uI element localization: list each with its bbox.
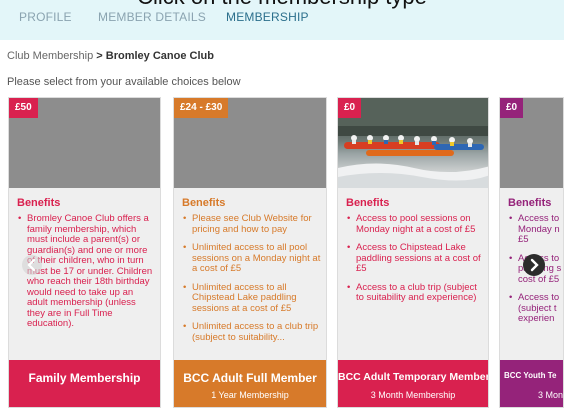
card-footer[interactable]: BCC Adult Temporary Member 3 Month Membe…: [338, 360, 488, 407]
benefit-item: Unlimited access to all pool sessions on…: [182, 242, 321, 275]
membership-card-adult-temporary[interactable]: £0 Benefits Access to pool sessions on M…: [337, 97, 489, 408]
benefit-item: Unlimited access to a club trip (subject…: [182, 321, 321, 343]
breadcrumb-current: Bromley Canoe Club: [105, 50, 214, 62]
price-badge: £24 - £30: [174, 98, 229, 118]
benefits-heading: Benefits: [346, 197, 390, 209]
benefit-item: Access to (subject t experien: [508, 292, 563, 325]
benefits-heading: Benefits: [17, 197, 61, 209]
card-subtitle: 1 Year Membership: [211, 390, 289, 400]
benefit-item: Access to pool sessions on Monday night …: [346, 213, 483, 235]
chevron-left-icon[interactable]: [22, 255, 42, 275]
tab-membership[interactable]: MEMBERSHIP: [226, 8, 309, 40]
breadcrumb: Club Membership > Bromley Canoe Club: [7, 50, 214, 62]
benefit-list: Bromley Canoe Club offers a family membe…: [17, 213, 155, 338]
benefit-item: Access to Chipstead Lake paddling sessio…: [346, 242, 483, 275]
card-name: Family Membership: [28, 371, 141, 385]
benefits-heading: Benefits: [182, 197, 226, 209]
tab-profile[interactable]: PROFILE: [19, 8, 72, 40]
price-badge: £0: [500, 98, 524, 118]
benefit-item: Access to Monday n £5: [508, 213, 563, 246]
breadcrumb-separator: >: [96, 50, 103, 62]
card-name: BCC Adult Full Member: [183, 371, 317, 385]
membership-card-adult-full[interactable]: £24 - £30 Benefits Please see Club Websi…: [173, 97, 327, 408]
card-subtitle: 3 Mont: [538, 390, 564, 400]
chevron-right-icon[interactable]: [523, 254, 545, 276]
card-subtitle: 3 Month Membership: [370, 390, 456, 400]
benefit-list: Access to pool sessions on Monday night …: [346, 213, 483, 312]
benefit-item: Unlimited access to all Chipstead Lake p…: [182, 282, 321, 315]
price-badge: £0: [338, 98, 362, 118]
membership-card-youth-temporary[interactable]: £0 Benefits Access to Monday n £5 Access…: [499, 97, 564, 408]
intro-text: Please select from your available choice…: [7, 76, 241, 88]
benefit-item: Please see Club Website for pricing and …: [182, 213, 321, 235]
card-footer[interactable]: BCC Adult Full Member 1 Year Membership: [174, 360, 326, 407]
card-name: BCC Youth Te: [504, 371, 557, 380]
membership-tabs: PROFILE MEMBER DETAILS MEMBERSHIP: [0, 8, 564, 40]
top-band: Click on the membership type PROFILE MEM…: [0, 0, 564, 40]
card-footer[interactable]: Family Membership: [9, 360, 160, 407]
benefit-item: Access to a club trip (subject to suitab…: [346, 282, 483, 304]
membership-card-family[interactable]: £50 Benefits Bromley Canoe Club offers a…: [8, 97, 161, 408]
benefit-list: Please see Club Website for pricing and …: [182, 213, 321, 351]
breadcrumb-parent[interactable]: Club Membership: [7, 50, 93, 62]
card-footer[interactable]: BCC Youth Te 3 Mont: [500, 360, 563, 407]
card-name: BCC Adult Temporary Member: [338, 371, 489, 383]
price-badge: £50: [9, 98, 38, 118]
benefits-heading: Benefits: [508, 197, 552, 209]
tab-member-details[interactable]: MEMBER DETAILS: [98, 8, 206, 40]
